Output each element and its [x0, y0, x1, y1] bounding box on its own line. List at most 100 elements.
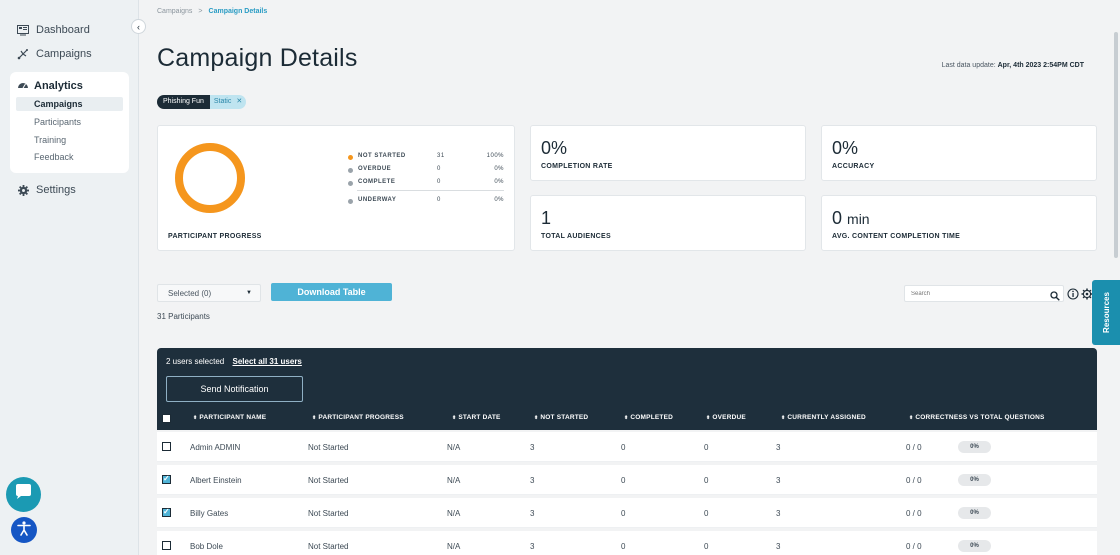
- row-checkbox[interactable]: [162, 442, 171, 451]
- not-started-count: 3: [530, 542, 535, 551]
- correctness-value: 0 / 0: [906, 476, 922, 485]
- chat-button[interactable]: [6, 477, 41, 512]
- avg-time-unit: min: [847, 211, 870, 227]
- page-scrollbar[interactable]: [1114, 32, 1118, 258]
- participant-progress: Not Started: [308, 476, 349, 485]
- sort-icon: ⬍: [781, 415, 786, 421]
- not-started-count: 3: [530, 476, 535, 485]
- accessibility-button[interactable]: [11, 517, 37, 543]
- participant-name: Admin ADMIN: [190, 443, 241, 452]
- send-notification-button[interactable]: Send Notification: [166, 376, 303, 402]
- campaigns-icon: [17, 48, 29, 60]
- progress-donut: [175, 143, 245, 213]
- avg-time-value: 0 min: [832, 208, 870, 229]
- info-icon[interactable]: [1067, 287, 1079, 300]
- breadcrumb: Campaigns > Campaign Details: [157, 8, 267, 15]
- start-date: N/A: [447, 542, 461, 551]
- participant-name: Billy Gates: [190, 509, 229, 518]
- selection-count: 2 users selected: [166, 357, 225, 366]
- overdue-count: 0: [704, 476, 709, 485]
- legend-count: 0: [437, 197, 441, 203]
- column-header-participant-progress[interactable]: ⬍ PARTICIPANT PROGRESS: [312, 414, 404, 421]
- total-audiences-label: TOTAL AUDIENCES: [541, 233, 611, 240]
- completion-rate-label: COMPLETION RATE: [541, 163, 613, 170]
- accuracy-card: 0% ACCURACY: [821, 125, 1097, 181]
- legend-row: COMPLETE 0 0%: [348, 179, 504, 190]
- legend-name: COMPLETE: [358, 179, 396, 185]
- legend-count: 0: [437, 179, 441, 185]
- row-checkbox[interactable]: [162, 474, 171, 484]
- table-row[interactable]: Billy Gates Not Started N/A 3 0 0 3 0 / …: [157, 498, 1097, 528]
- resources-tab[interactable]: Resources: [1092, 280, 1120, 345]
- resources-label: Resources: [1101, 292, 1111, 333]
- accessibility-icon: [16, 520, 32, 541]
- last-update-label: Last data update:: [941, 62, 996, 69]
- breadcrumb-current: Campaign Details: [208, 8, 268, 15]
- sort-icon: ⬍: [909, 415, 914, 421]
- column-header-participant-name[interactable]: ⬍ PARTICIPANT NAME: [193, 414, 266, 421]
- completed-count: 0: [621, 542, 626, 551]
- legend-count: 31: [437, 153, 445, 159]
- column-header-label: PARTICIPANT PROGRESS: [318, 414, 404, 421]
- sidebar-item-settings[interactable]: Settings: [17, 184, 76, 196]
- last-update: Last data update: Apr, 4th 2023 2:54PM C…: [942, 62, 1084, 69]
- accuracy-label: ACCURACY: [832, 163, 875, 170]
- sidebar-item-analytics[interactable]: Analytics: [17, 80, 83, 92]
- overdue-count: 0: [704, 542, 709, 551]
- row-checkbox[interactable]: [162, 507, 171, 517]
- overdue-count: 0: [704, 509, 709, 518]
- sort-icon: ⬍: [193, 415, 198, 421]
- column-header-label: OVERDUE: [712, 414, 746, 421]
- participant-progress: Not Started: [308, 509, 349, 518]
- sidebar-subitem-campaigns[interactable]: Campaigns: [16, 97, 123, 111]
- dashboard-icon: [17, 24, 29, 36]
- sidebar-subitem-participants[interactable]: Participants: [16, 115, 123, 129]
- selected-dropdown[interactable]: Selected (0) ▼: [157, 284, 261, 302]
- status-dot: [348, 199, 353, 204]
- analytics-label: Analytics: [34, 80, 83, 92]
- sort-icon: ⬍: [534, 415, 539, 421]
- table-row[interactable]: Bob Dole Not Started N/A 3 0 0 3 0 / 0 0…: [157, 531, 1097, 555]
- legend-name: NOT STARTED: [358, 153, 406, 159]
- sidebar-item-dashboard[interactable]: Dashboard: [17, 24, 90, 36]
- column-header-overdue[interactable]: ⬍ OVERDUE: [706, 414, 746, 421]
- sidebar-item-campaigns[interactable]: Campaigns: [17, 48, 92, 60]
- column-header-label: PARTICIPANT NAME: [199, 414, 267, 421]
- correctness-badge: 0%: [958, 540, 991, 552]
- select-all-checkbox[interactable]: [162, 414, 171, 423]
- search-icon[interactable]: [1050, 288, 1060, 301]
- legend-name: OVERDUE: [358, 166, 392, 172]
- column-header-currently-assigned[interactable]: ⬍ CURRENTLY ASSIGNED: [781, 414, 866, 421]
- column-header-not-started[interactable]: ⬍ NOT STARTED: [534, 414, 588, 421]
- status-dot: [348, 155, 353, 160]
- not-started-count: 3: [530, 443, 535, 452]
- breadcrumb-parent[interactable]: Campaigns: [157, 8, 192, 15]
- completed-count: 0: [621, 509, 626, 518]
- column-header-label: COMPLETED: [630, 414, 673, 421]
- correctness-value: 0 / 0: [906, 443, 922, 452]
- sort-icon: ⬍: [312, 415, 317, 421]
- status-dot: [348, 168, 353, 173]
- avg-time-card: 0 min AVG. CONTENT COMPLETION TIME: [821, 195, 1097, 251]
- select-all-link[interactable]: Select all 31 users: [233, 357, 302, 366]
- search-input[interactable]: [904, 285, 1064, 302]
- completed-count: 0: [621, 443, 626, 452]
- column-header-start-date[interactable]: ⬍ START DATE: [452, 414, 501, 421]
- table-row[interactable]: Admin ADMIN Not Started N/A 3 0 0 3 0 / …: [157, 432, 1097, 462]
- column-header-correctness[interactable]: ⬍ CORRECTNESS VS TOTAL QUESTIONS: [909, 414, 1045, 421]
- column-header-completed[interactable]: ⬍ COMPLETED: [624, 414, 673, 421]
- table-row[interactable]: Albert Einstein Not Started N/A 3 0 0 3 …: [157, 465, 1097, 495]
- campaign-tag-name: Phishing Fun: [157, 95, 210, 109]
- sidebar-subitem-training[interactable]: Training: [16, 133, 123, 147]
- start-date: N/A: [447, 476, 461, 485]
- download-table-button[interactable]: Download Table: [271, 283, 392, 301]
- chevron-left-icon: ‹: [137, 21, 140, 32]
- collapse-sidebar-button[interactable]: ‹: [131, 19, 146, 34]
- avg-time-number: 0: [832, 208, 843, 228]
- sidebar-subitem-feedback[interactable]: Feedback: [16, 150, 123, 164]
- row-checkbox[interactable]: [162, 541, 171, 550]
- overdue-count: 0: [704, 443, 709, 452]
- close-icon[interactable]: ✕: [236, 95, 242, 109]
- sort-icon: ⬍: [452, 415, 457, 421]
- accuracy-value: 0%: [832, 138, 859, 158]
